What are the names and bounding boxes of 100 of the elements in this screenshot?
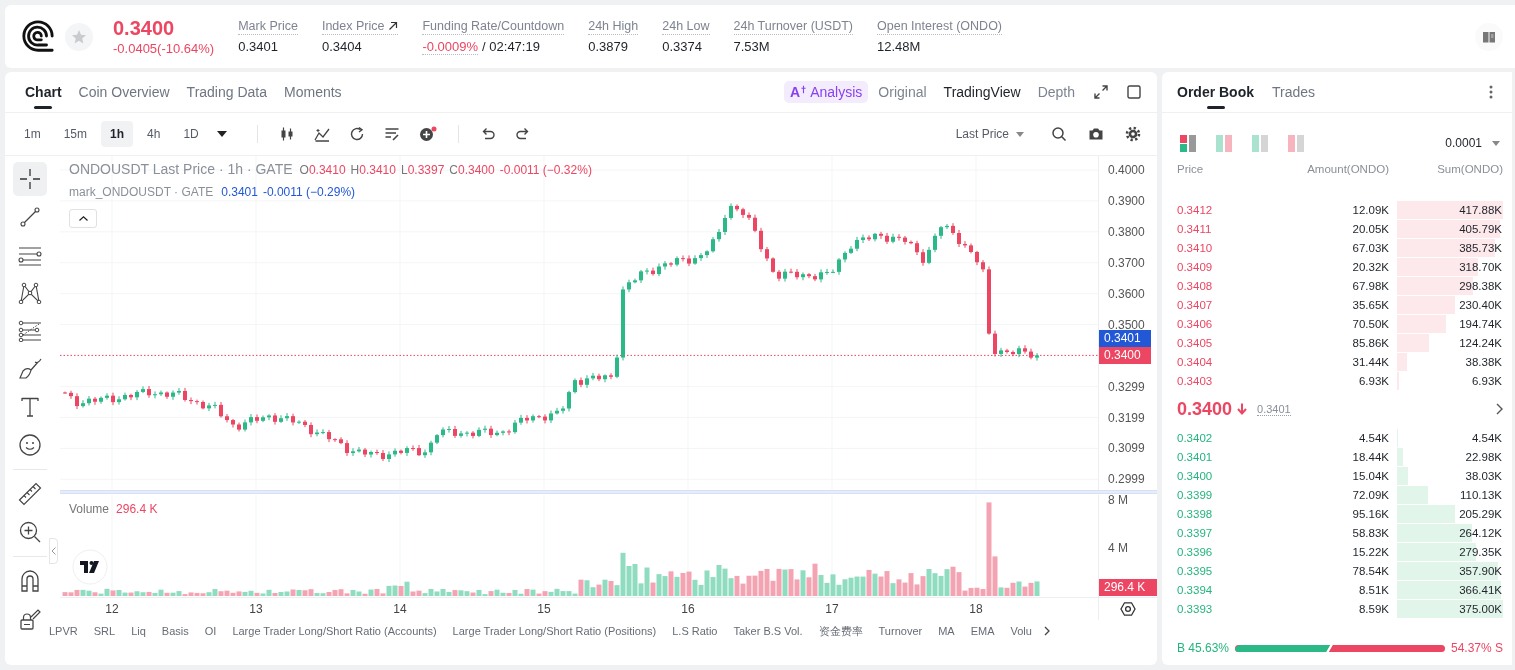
ask-price[interactable]: 0.3412 — [1177, 203, 1269, 216]
indicator-tab[interactable]: L.S Ratio — [664, 625, 726, 637]
chart-tab[interactable]: Coin Overview — [78, 72, 170, 112]
ask-price[interactable]: 0.3406 — [1177, 317, 1269, 330]
bid-price[interactable]: 0.3396 — [1177, 545, 1269, 558]
search-icon[interactable] — [1051, 126, 1067, 142]
indicator-tab[interactable]: EMA — [962, 625, 1003, 637]
maximize-icon[interactable] — [1127, 85, 1141, 99]
time-axis-label: 16 — [680, 602, 696, 616]
arrow-up-right-icon[interactable] — [388, 20, 399, 31]
template-icon[interactable] — [383, 126, 400, 142]
indicator-tab[interactable]: Liq — [123, 625, 154, 637]
bid-sum: 38.03K — [1465, 469, 1503, 482]
bid-price[interactable]: 0.3393 — [1177, 602, 1269, 615]
mark-price-reading: 0.3401 — [221, 185, 258, 199]
indicator-tab[interactable]: 资金费率 — [810, 623, 871, 639]
chart-tab[interactable]: Moments — [284, 72, 342, 112]
price-axis-label: 0.3099 — [1108, 441, 1145, 456]
drawing-tool-button[interactable] — [13, 162, 47, 196]
interval-tab[interactable]: 1m — [15, 121, 50, 147]
bid-sum: 357.90K — [1459, 564, 1503, 577]
interval-tab[interactable]: 15m — [54, 121, 96, 147]
bid-price[interactable]: 0.3394 — [1177, 583, 1269, 596]
collapse-legend-button[interactable] — [69, 209, 97, 228]
kebab-menu-icon[interactable] — [1489, 85, 1493, 99]
interval-tab[interactable]: 4h — [138, 121, 170, 147]
time-axis-label: 12 — [104, 602, 120, 616]
bid-price[interactable]: 0.3401 — [1177, 450, 1269, 463]
settings-icon[interactable] — [1120, 601, 1136, 617]
ohlc-reading: O0.3410 — [299, 163, 346, 177]
redo-icon[interactable] — [514, 126, 531, 142]
bid-price[interactable]: 0.3395 — [1177, 564, 1269, 577]
bid-price[interactable]: 0.3400 — [1177, 469, 1269, 482]
time-axis-label: 17 — [824, 602, 840, 616]
chart-tab[interactable]: Chart — [25, 72, 62, 112]
analysis-tab[interactable]: A Analysis — [784, 81, 869, 103]
ask-price[interactable]: 0.3410 — [1177, 241, 1269, 254]
interval-tab[interactable]: 1h — [101, 121, 134, 147]
indicator-tab[interactable]: Basis — [153, 625, 197, 637]
stat-label[interactable]: Index Price — [321, 17, 385, 34]
zoom-in-icon — [19, 521, 41, 543]
caret-icon[interactable] — [216, 131, 227, 137]
indicator-tab[interactable]: Volu — [1002, 625, 1040, 637]
indicator-tab[interactable]: Taker B.S Vol. — [725, 625, 811, 637]
view-tab[interactable]: Depth — [1037, 84, 1075, 100]
bid-sum: 366.41K — [1459, 583, 1503, 596]
indicator-tab[interactable]: LPVR — [49, 625, 86, 637]
indicator-tab[interactable]: SRL — [85, 625, 124, 637]
bid-amount: 15.22K — [1351, 545, 1389, 558]
ask-amount: 70.50K — [1351, 317, 1389, 330]
stat-value: 7.53M — [733, 38, 770, 54]
chevron-right-icon[interactable] — [1496, 403, 1503, 415]
view-tab[interactable]: TradingView — [943, 84, 1021, 100]
indicator-tab[interactable]: OI — [196, 625, 225, 637]
stat-label: 24h Turnover (USDT) — [733, 17, 853, 34]
bid-price[interactable]: 0.3399 — [1177, 488, 1269, 501]
bid-amount: 78.54K — [1351, 564, 1389, 577]
stat-value: 0.3401 — [238, 38, 278, 54]
order-book-tab[interactable]: Order Book — [1177, 72, 1254, 112]
order-book-tab[interactable]: Trades — [1272, 72, 1316, 112]
price-source-dropdown[interactable]: Last Price — [955, 127, 1024, 141]
ask-price[interactable]: 0.3408 — [1177, 279, 1269, 292]
indicator-tab[interactable]: MA — [930, 625, 963, 637]
time-axis-label: 13 — [248, 602, 264, 616]
add-indicator-icon[interactable] — [418, 126, 437, 142]
view-tab[interactable]: Original — [878, 84, 927, 100]
indicator-tab[interactable]: Large Trader Long/Short Ratio (Positions) — [444, 625, 665, 637]
ask-sum: 417.88K — [1459, 203, 1503, 216]
funding-countdown: / 02:47:19 — [482, 38, 540, 54]
camera-icon[interactable] — [1088, 126, 1104, 142]
layout-option-icon[interactable] — [1180, 134, 1197, 152]
indicator-tab[interactable]: Large Trader Long/Short Ratio (Accounts) — [224, 625, 445, 637]
collapse-handle[interactable] — [49, 538, 58, 564]
interval-tab[interactable]: 1D — [174, 121, 208, 147]
volume-tag: 296.4 K — [1099, 579, 1157, 596]
ask-price[interactable]: 0.3409 — [1177, 260, 1269, 273]
bid-price[interactable]: 0.3402 — [1177, 431, 1269, 444]
ask-price[interactable]: 0.3407 — [1177, 298, 1269, 311]
settings-icon[interactable] — [1125, 126, 1141, 142]
ask-price[interactable]: 0.3411 — [1177, 222, 1269, 235]
replay-icon[interactable] — [348, 126, 365, 142]
ask-price[interactable]: 0.3403 — [1177, 374, 1269, 387]
indicators-icon[interactable] — [313, 126, 330, 142]
bid-sum: 375.00K — [1459, 602, 1503, 615]
ask-price[interactable]: 0.3404 — [1177, 355, 1269, 368]
chart-tab[interactable]: Trading Data — [186, 72, 267, 112]
bid-sum: 22.98K — [1465, 450, 1503, 463]
pattern-icon — [18, 282, 42, 304]
bid-amount: 58.83K — [1351, 526, 1389, 539]
expand-icon[interactable] — [1094, 85, 1108, 99]
indicator-tab[interactable]: Turnover — [870, 625, 931, 637]
bid-price[interactable]: 0.3398 — [1177, 507, 1269, 520]
stat-value: 0.3404 — [321, 38, 362, 54]
column-header: Sum(ONDO) — [1436, 162, 1503, 177]
magnet-icon — [20, 570, 40, 592]
precision-dropdown[interactable]: 0.0001 — [1445, 136, 1503, 150]
ask-price[interactable]: 0.3405 — [1177, 336, 1269, 349]
bid-price[interactable]: 0.3397 — [1177, 526, 1269, 539]
ask-sum: 38.38K — [1465, 355, 1503, 368]
chevron-right-icon[interactable] — [1043, 626, 1050, 636]
